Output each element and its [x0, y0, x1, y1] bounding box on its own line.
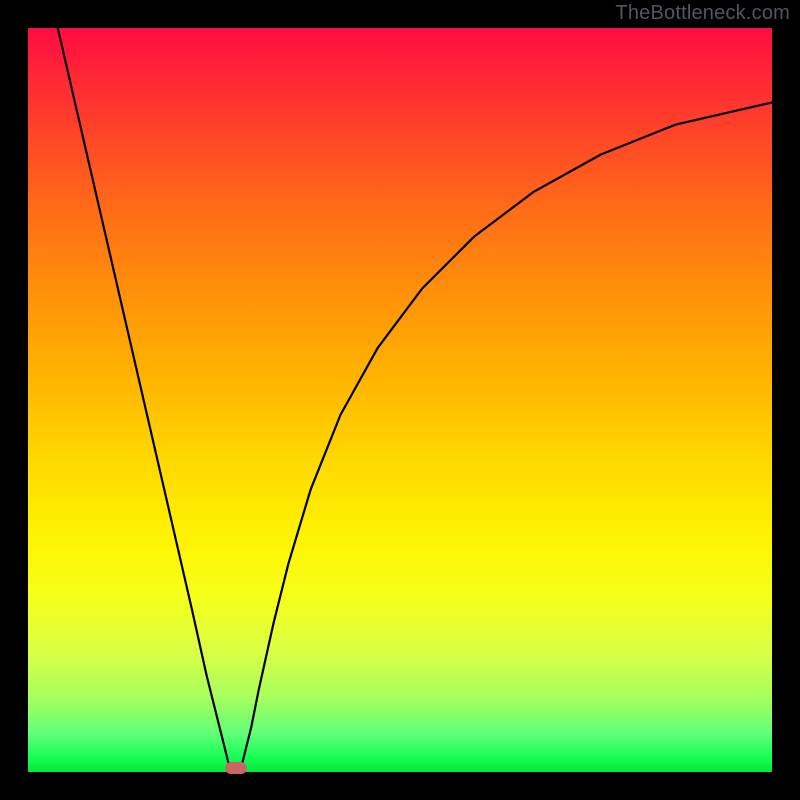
curve-minimum-marker: [225, 762, 247, 774]
plot-area: [28, 28, 772, 772]
watermark-text: TheBottleneck.com: [615, 2, 790, 25]
chart-frame: TheBottleneck.com: [0, 0, 800, 800]
bottleneck-curve: [28, 28, 772, 772]
